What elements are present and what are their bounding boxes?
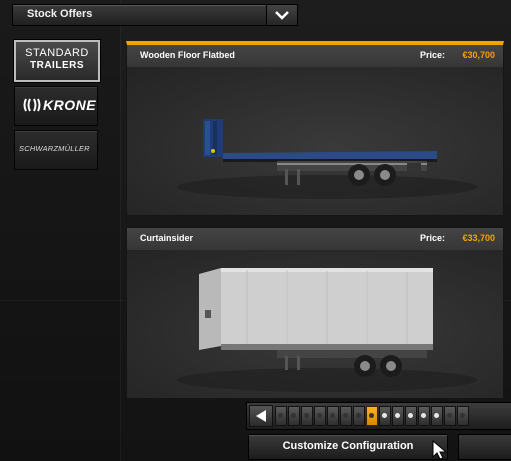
brand-krone-button[interactable]: KRONE — [14, 86, 98, 126]
pager-dot — [304, 413, 309, 418]
pager-dot — [395, 413, 400, 418]
brand-name: SCHWARZMÜLLER — [19, 144, 90, 153]
pager-slot[interactable] — [288, 406, 300, 426]
pager-dot — [278, 413, 283, 418]
pager-slot[interactable] — [444, 406, 456, 426]
pager-slot[interactable] — [418, 406, 430, 426]
brand-name: KRONE — [43, 97, 97, 113]
pager-slot[interactable] — [379, 406, 391, 426]
pager-dot — [460, 413, 465, 418]
offer-card-curtainsider[interactable]: Curtainsider Price: €33,700 — [126, 227, 504, 399]
pager-dot — [317, 413, 322, 418]
offer-name: Wooden Floor Flatbed — [140, 50, 235, 60]
pager-slot[interactable] — [431, 406, 443, 426]
pager-dot — [434, 413, 439, 418]
dropdown-label: Stock Offers — [27, 8, 93, 20]
pager-dot — [291, 413, 296, 418]
pager-dot — [447, 413, 452, 418]
pager-dot — [369, 413, 374, 418]
pager-slot[interactable] — [353, 406, 365, 426]
offers-pager — [246, 402, 511, 430]
customize-label: Customize Configuration — [282, 440, 414, 452]
pager-slot[interactable] — [314, 406, 326, 426]
pager-slot-current[interactable] — [366, 406, 378, 426]
pager-slot[interactable] — [275, 406, 287, 426]
offer-preview — [127, 67, 503, 215]
pager-dot — [343, 413, 348, 418]
pager-slot[interactable] — [340, 406, 352, 426]
secondary-action-button[interactable] — [458, 434, 511, 460]
pager-dot — [382, 413, 387, 418]
pager-slot[interactable] — [405, 406, 417, 426]
pager-slot[interactable] — [301, 406, 313, 426]
price-label: Price: — [419, 50, 445, 60]
mouse-cursor-icon — [432, 440, 448, 460]
bg-divider — [120, 0, 121, 461]
customize-configuration-button[interactable]: Customize Configuration — [248, 434, 448, 460]
pager-dot — [356, 413, 361, 418]
dropdown-toggle-button[interactable] — [266, 5, 297, 25]
brand-line2: TRAILERS — [30, 60, 84, 71]
chevron-down-icon — [275, 11, 289, 20]
brand-schwarzmuller-button[interactable]: SCHWARZMÜLLER — [14, 130, 98, 170]
stock-offers-dropdown[interactable]: Stock Offers — [12, 4, 298, 26]
offer-name: Curtainsider — [140, 233, 194, 243]
pager-slot[interactable] — [327, 406, 339, 426]
offer-price: €30,700 — [462, 50, 495, 60]
arrow-left-icon — [256, 410, 266, 422]
pager-dot — [408, 413, 413, 418]
offer-card-header: Wooden Floor Flatbed Price: €30,700 — [127, 45, 503, 67]
curtainsider-trailer-image — [177, 268, 477, 392]
price-label: Price: — [419, 233, 445, 243]
pager-slot[interactable] — [457, 406, 469, 426]
offer-preview — [127, 250, 503, 398]
brand-standard-trailers-button[interactable]: STANDARD TRAILERS — [14, 40, 100, 82]
krone-logo-icon — [23, 98, 41, 112]
offer-card-header: Curtainsider Price: €33,700 — [127, 228, 503, 250]
offer-price: €33,700 — [462, 233, 495, 243]
pager-prev-button[interactable] — [249, 405, 273, 427]
pager-dot — [421, 413, 426, 418]
offer-card-flatbed[interactable]: Wooden Floor Flatbed Price: €30,700 — [126, 41, 504, 216]
brand-line1: STANDARD — [25, 47, 89, 59]
flatbed-trailer-image — [177, 119, 477, 199]
pager-slot[interactable] — [392, 406, 404, 426]
pager-dot — [330, 413, 335, 418]
